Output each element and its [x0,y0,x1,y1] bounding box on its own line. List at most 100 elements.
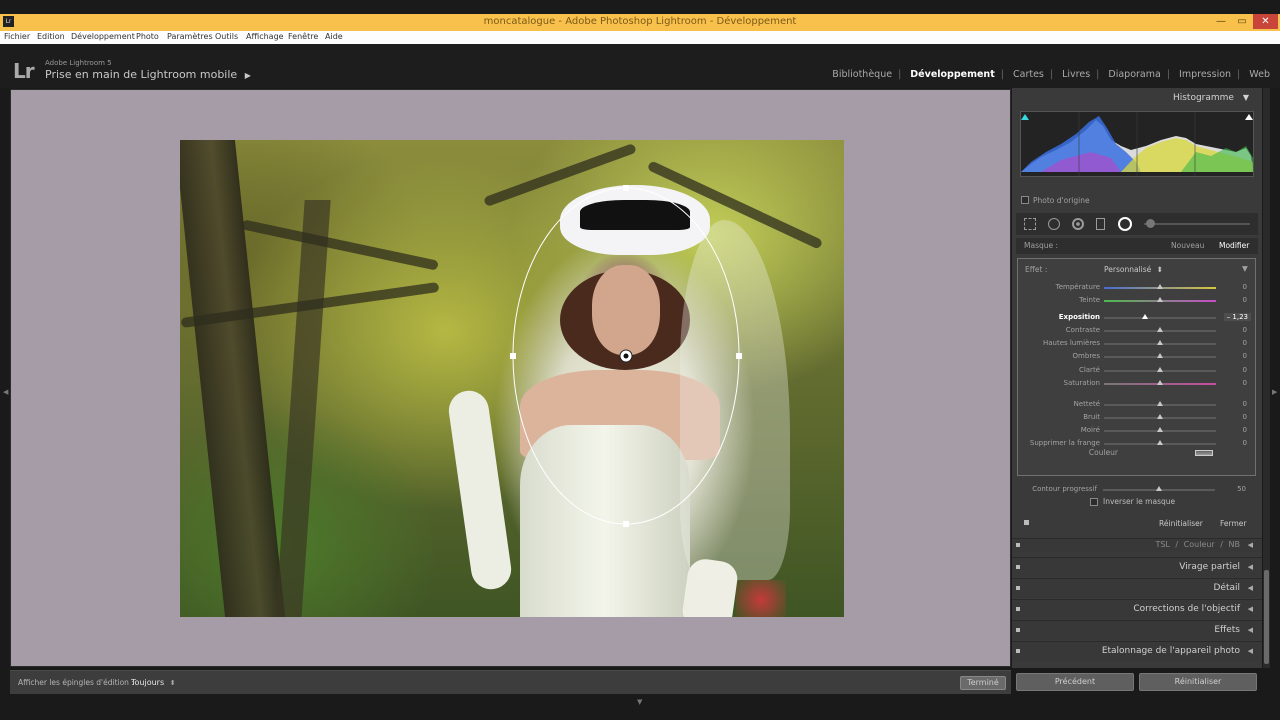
show-pins-select[interactable]: Toujours ⬍ [131,678,176,687]
mask-handle-bottom[interactable] [623,521,629,527]
slider-value[interactable]: 0 [1243,400,1247,408]
product-name: Adobe Lightroom 5 [45,59,112,67]
slider-thumb[interactable] [1157,297,1163,302]
slider-thumb[interactable] [1157,284,1163,289]
menu-developpement[interactable]: Développement [71,32,135,41]
mask-handle-left[interactable] [510,353,516,359]
slider-thumb[interactable] [1157,379,1163,385]
expand-arrow-icon[interactable]: ◀ [1248,605,1253,613]
expand-arrow-icon[interactable]: ◀ [1248,541,1253,549]
slider-thumb[interactable] [1156,486,1162,491]
menu-photo[interactable]: Photo [136,32,159,41]
slider-value[interactable]: 0 [1243,326,1247,334]
module-developpement[interactable]: Développement [910,69,994,80]
slider-value[interactable]: 50 [1237,485,1246,493]
panel-scroll-thumb[interactable] [1264,570,1269,664]
slider-value[interactable]: 0 [1243,339,1247,347]
module-impression[interactable]: Impression [1179,69,1231,80]
previous-button[interactable]: Précédent [1016,673,1134,691]
slider-track[interactable] [1104,317,1216,319]
module-cartes[interactable]: Cartes [1013,69,1044,80]
slider-value[interactable]: 0 [1243,366,1247,374]
maximize-button[interactable]: ▭ [1234,14,1250,29]
identity-plate-title[interactable]: Prise en main de Lightroom mobile ▶ [45,68,251,81]
menu-outils[interactable]: Outils [215,32,238,41]
reset-mask-button[interactable]: Réinitialiser [1159,519,1203,528]
tab-nb[interactable]: NB [1229,540,1240,549]
show-pins-value: Toujours [131,678,165,687]
minimize-button[interactable]: — [1213,14,1229,29]
expand-arrow-icon[interactable]: ◀ [1248,626,1253,634]
mask-new-button[interactable]: Nouveau [1171,241,1204,250]
hsl-section[interactable]: TSL / Couleur / NB ◀ [1012,538,1262,552]
section-effects[interactable]: Effets ◀ [1012,620,1262,640]
slider-thumb[interactable] [1157,427,1163,432]
histogram[interactable] [1020,111,1254,177]
menu-parametres[interactable]: Paramètres [167,32,213,41]
menu-fenetre[interactable]: Fenêtre [288,32,318,41]
mask-edit-button[interactable]: Modifier [1219,241,1249,250]
close-mask-button[interactable]: Fermer [1220,519,1246,528]
module-bibliotheque[interactable]: Bibliothèque [832,69,892,80]
menu-fichier[interactable]: Fichier [4,32,30,41]
effect-preset-select[interactable]: Personnalisé ⬍ [1104,265,1163,274]
histogram-header[interactable]: Histogramme ▼ [1012,88,1262,108]
original-photo-checkbox[interactable] [1021,196,1029,204]
slider-thumb[interactable] [1157,353,1163,359]
menu-affichage[interactable]: Affichage [246,32,284,41]
radial-filter-overlay[interactable] [180,140,844,617]
spot-removal-icon[interactable] [1048,218,1060,230]
expand-arrow-icon[interactable]: ◀ [1248,563,1253,571]
slider-value[interactable]: 0 [1243,413,1247,421]
local-tools-strip [1016,213,1258,235]
play-arrow-icon[interactable]: ▶ [245,71,251,80]
module-livres[interactable]: Livres [1062,69,1090,80]
slider-thumb[interactable] [1157,414,1163,419]
section-split-toning[interactable]: Virage partiel ◀ [1012,557,1262,577]
module-diaporama[interactable]: Diaporama [1108,69,1160,80]
slider-thumb[interactable] [1157,327,1163,332]
invert-mask-checkbox[interactable] [1090,498,1098,506]
slider-thumb[interactable] [1157,440,1163,445]
mask-handle-right[interactable] [736,353,742,359]
slider-value[interactable]: 0 [1243,426,1247,434]
tab-tsl[interactable]: TSL [1155,540,1169,549]
red-eye-icon[interactable] [1072,218,1084,230]
crop-tool-icon[interactable] [1024,218,1036,230]
section-camera-calibration[interactable]: Etalonnage de l'appareil photo ◀ [1012,641,1262,661]
brush-tool-icon[interactable] [1146,219,1155,228]
section-lens-corrections[interactable]: Corrections de l'objectif ◀ [1012,599,1262,619]
collapse-arrow-icon[interactable]: ▼ [1243,93,1249,102]
right-panel-toggle-icon[interactable]: ▶ [1272,388,1277,396]
slider-thumb[interactable] [1157,366,1163,372]
slider-value[interactable]: 0 [1243,296,1247,304]
module-web[interactable]: Web [1249,69,1270,80]
tab-couleur[interactable]: Couleur [1184,540,1215,549]
feather-slider-row: Contour progressif 50 [1017,484,1256,496]
expand-arrow-icon[interactable]: ◀ [1248,647,1253,655]
expand-arrow-icon[interactable]: ◀ [1248,584,1253,592]
slider-value[interactable]: 0 [1243,379,1247,387]
effect-collapse-icon[interactable]: ▼ [1242,264,1248,273]
slider-thumb[interactable] [1157,340,1163,346]
reset-all-button[interactable]: Réinitialiser [1139,673,1257,691]
slider-value[interactable]: 0 [1243,352,1247,360]
done-button[interactable]: Terminé [960,676,1006,690]
left-panel-toggle-icon[interactable]: ◀ [3,388,8,396]
graduated-filter-icon[interactable] [1096,218,1105,230]
radial-filter-icon[interactable] [1118,217,1132,231]
bottom-panel-toggle-icon[interactable]: ▼ [637,698,642,706]
slider-value[interactable]: 0 [1243,283,1247,291]
slider-thumb[interactable] [1142,314,1149,319]
menu-aide[interactable]: Aide [325,32,343,41]
menu-edition[interactable]: Edition [37,32,65,41]
section-detail[interactable]: Détail ◀ [1012,578,1262,598]
slider-value[interactable]: – 1,23 [1223,313,1251,321]
mask-handle-top[interactable] [623,185,629,191]
color-swatch[interactable] [1195,450,1213,456]
image-canvas[interactable] [10,89,1011,667]
close-button[interactable]: ✕ [1253,14,1278,29]
slider-thumb[interactable] [1157,401,1163,406]
slider-value[interactable]: 0 [1243,439,1247,447]
panel-switch-icon[interactable] [1024,520,1029,525]
